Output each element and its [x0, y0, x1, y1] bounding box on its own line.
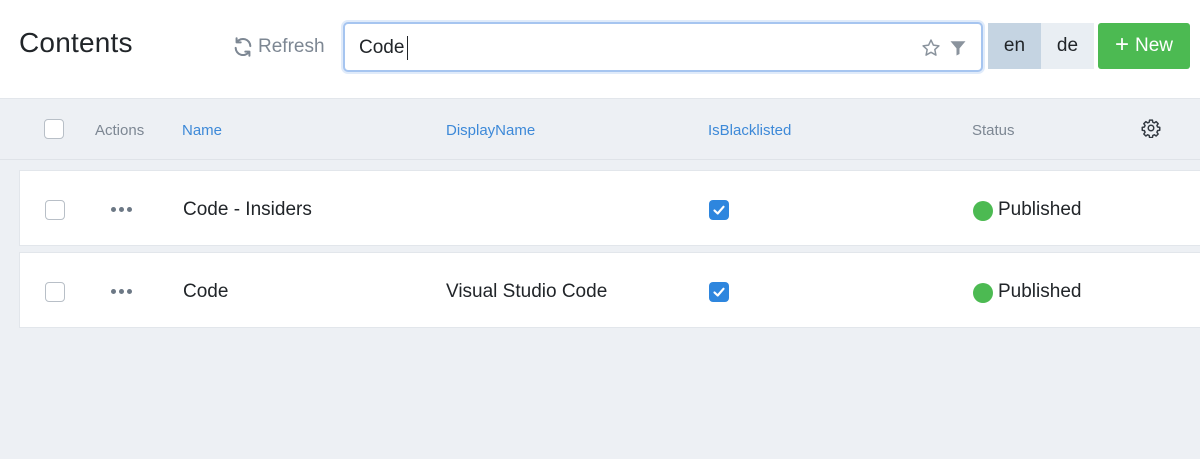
status-indicator [973, 283, 993, 303]
star-icon[interactable] [921, 38, 941, 58]
language-en-button[interactable]: en [988, 23, 1041, 69]
column-status: Status [972, 122, 1015, 139]
plus-icon: + [1114, 31, 1129, 58]
new-label: New [1135, 35, 1174, 56]
header: Contents Refresh en de + New [0, 0, 1200, 99]
text-caret [407, 36, 408, 60]
row-status: Published [998, 281, 1082, 302]
status-indicator [973, 201, 993, 221]
row-name: Code [183, 281, 229, 302]
select-all-checkbox[interactable] [44, 119, 64, 139]
search-box[interactable] [343, 22, 983, 72]
row-name: Code - Insiders [183, 199, 312, 220]
column-name[interactable]: Name [182, 122, 222, 139]
filter-icon[interactable] [949, 39, 967, 57]
refresh-label: Refresh [258, 36, 325, 57]
table-row[interactable]: Code Visual Studio Code Published [19, 252, 1200, 328]
new-button[interactable]: + New [1098, 23, 1190, 69]
table-row[interactable]: Code - Insiders Published [19, 170, 1200, 246]
is-blacklisted-checkbox[interactable] [709, 282, 729, 302]
row-select-checkbox[interactable] [45, 200, 65, 220]
refresh-icon [234, 37, 252, 57]
checkmark-icon [713, 205, 725, 215]
more-horizontal-icon[interactable] [111, 289, 135, 295]
column-is-blacklisted[interactable]: IsBlacklisted [708, 122, 791, 139]
more-horizontal-icon[interactable] [111, 207, 135, 213]
search-input[interactable] [359, 36, 899, 60]
gear-icon[interactable] [1141, 118, 1161, 138]
row-display-name: Visual Studio Code [446, 281, 608, 302]
row-status: Published [998, 199, 1082, 220]
table-header: Actions Name DisplayName IsBlacklisted S… [0, 100, 1200, 160]
is-blacklisted-checkbox[interactable] [709, 200, 729, 220]
column-display-name[interactable]: DisplayName [446, 122, 535, 139]
refresh-button[interactable]: Refresh [232, 34, 325, 60]
checkmark-icon [713, 287, 725, 297]
column-actions: Actions [95, 122, 145, 139]
page-title: Contents [19, 27, 133, 58]
language-de-button[interactable]: de [1041, 23, 1094, 69]
row-select-checkbox[interactable] [45, 282, 65, 302]
